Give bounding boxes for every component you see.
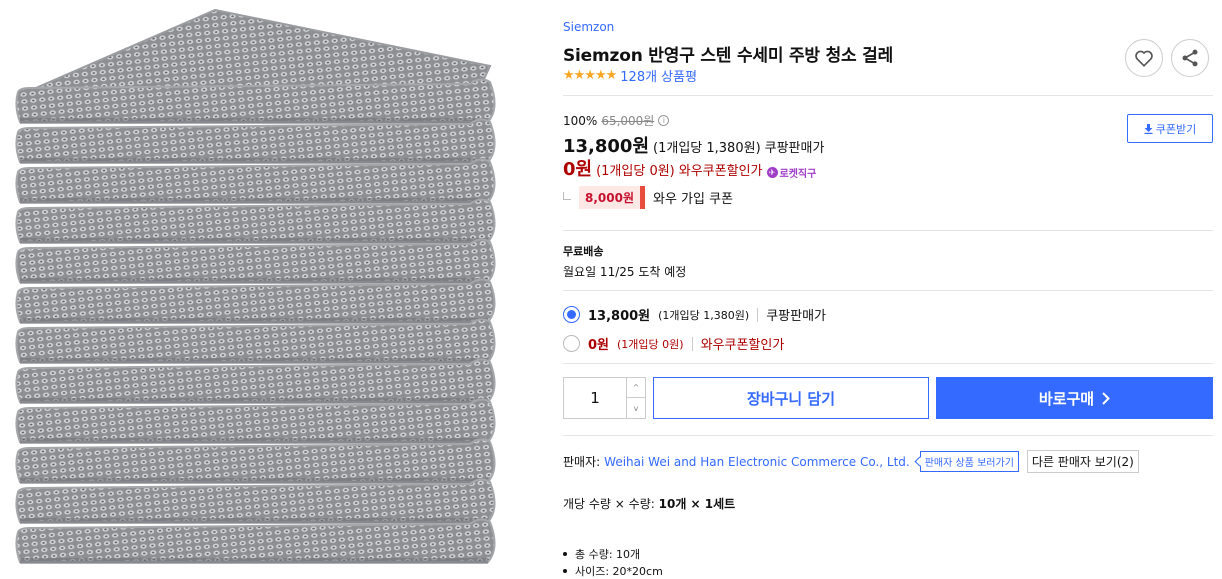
heart-icon <box>1135 50 1153 67</box>
quantity-decrease-button[interactable]: v <box>626 398 645 418</box>
sale-price-label: 쿠팡판매가 <box>764 141 825 156</box>
brand-link[interactable]: Siemzon <box>563 20 614 34</box>
share-icon <box>1182 49 1198 67</box>
cloth-edge <box>20 158 488 164</box>
cloth-edge <box>20 398 488 404</box>
wow-unit-price: (1개입당 0원) <box>596 164 675 179</box>
other-sellers-button[interactable]: 다른 판매자 보기(2) <box>1026 450 1139 473</box>
cloth-edge <box>20 478 488 484</box>
seller-prefix: 판매자: <box>563 455 601 469</box>
chevron-right-icon <box>1102 391 1111 405</box>
quantity-stepper[interactable]: ^ v <box>563 377 646 419</box>
wow-price-row: 0원 (1개입당 0원) 와우쿠폰할인가 ✈ 로켓직구 <box>563 155 816 181</box>
share-button[interactable] <box>1171 39 1209 77</box>
cloth-edge <box>20 318 488 324</box>
sale-unit-price: (1개입당 1,380원) <box>653 141 761 156</box>
price-option-sale[interactable]: 13,800원 (1개입당 1,380원) 쿠팡판매가 <box>563 305 826 324</box>
wishlist-button[interactable] <box>1125 39 1163 77</box>
coupon-amount: 8,000원 <box>579 186 645 209</box>
seller-name-link[interactable]: Weihai Wei and Han Electronic Commerce C… <box>604 455 910 469</box>
shipping-title: 무료배송 <box>563 245 604 258</box>
cloth-layer <box>15 518 496 563</box>
rating: ★★★★★ 128개 상품평 <box>563 66 697 85</box>
cloth-layer <box>15 478 496 523</box>
cloth-edge <box>20 238 488 244</box>
download-icon <box>1144 123 1153 134</box>
option-unit-price: (1개입당 1,380원) <box>658 308 750 322</box>
coupon-row: 8,000원 와우 가입 쿠폰 <box>563 186 733 209</box>
quantity-info-value: 10개 × 1세트 <box>658 497 736 511</box>
quantity-increase-button[interactable]: ^ <box>626 378 645 398</box>
cloth-edge <box>20 278 488 284</box>
seller-products-button[interactable]: 판매자 상품 보러가기 <box>919 451 1019 472</box>
wow-price: 0원 <box>563 159 593 180</box>
cloth-layer <box>15 438 496 483</box>
seller-row: 판매자: Weihai Wei and Han Electronic Comme… <box>563 450 1139 473</box>
cloth-layer <box>15 278 496 323</box>
original-price-row: 100% 65,000원 i <box>563 112 670 129</box>
coupon-download-button[interactable]: 쿠폰받기 <box>1127 114 1213 143</box>
option-price: 0원 <box>588 338 610 353</box>
chevron-down-icon: v <box>633 403 639 413</box>
list-item: 총 수량: 10개 <box>563 545 663 562</box>
arrival-date: 월요일 11/25 도착 예정 <box>563 265 687 279</box>
divider <box>563 435 1213 436</box>
cloth-edge <box>20 558 488 564</box>
review-count-link[interactable]: 128개 상품평 <box>620 66 697 85</box>
wow-price-label: 와우쿠폰할인가 <box>678 164 763 179</box>
cloth-layer <box>15 398 496 443</box>
radio-unselected[interactable] <box>563 335 580 352</box>
cloth-layer <box>15 238 496 283</box>
cloth-layer <box>15 318 496 363</box>
quantity-info: 개당 수량 × 수량: 10개 × 1세트 <box>563 495 735 512</box>
cloth-edge <box>20 358 488 364</box>
option-label: 와우쿠폰할인가 <box>700 338 785 353</box>
option-separator <box>757 307 759 322</box>
list-item: 사이즈: 20*20cm <box>563 562 663 579</box>
divider <box>563 290 1213 291</box>
cloth-layer <box>15 158 496 203</box>
divider <box>563 363 1213 364</box>
cloth-edge <box>20 118 488 124</box>
coupon-download-label: 쿠폰받기 <box>1155 122 1197 136</box>
rocket-icon: ✈ <box>766 167 778 178</box>
rocket-label: 로켓직구 <box>779 169 817 180</box>
cloth-edge <box>20 438 488 444</box>
detail-bullets: 총 수량: 10개 사이즈: 20*20cm <box>563 545 663 579</box>
cloth-layer <box>15 198 496 243</box>
buy-now-label: 바로구매 <box>1038 389 1095 408</box>
buy-now-button[interactable]: 바로구매 <box>936 377 1213 419</box>
rocket-badge: ✈ 로켓직구 <box>766 165 817 180</box>
cloth-edge <box>20 198 488 204</box>
info-icon[interactable]: i <box>658 115 670 126</box>
cloth-layer <box>15 118 496 163</box>
discount-rate: 100% <box>563 113 598 128</box>
option-separator <box>691 336 693 351</box>
option-label: 쿠팡판매가 <box>766 309 827 324</box>
radio-selected[interactable] <box>563 306 580 323</box>
option-price: 13,800원 <box>588 309 651 324</box>
option-unit-price: (1개입당 0원) <box>617 337 684 351</box>
divider <box>563 230 1213 231</box>
coupon-label: 와우 가입 쿠폰 <box>653 192 734 207</box>
cloth-edge <box>20 518 488 524</box>
quantity-input[interactable] <box>564 378 626 418</box>
price-option-wow[interactable]: 0원 (1개입당 0원) 와우쿠폰할인가 <box>563 334 784 353</box>
original-price: 65,000원 <box>601 114 655 128</box>
product-image <box>15 8 496 564</box>
coupon-branch-line <box>563 191 571 200</box>
cloth-layer <box>15 358 496 403</box>
divider <box>563 95 1213 96</box>
product-title: Siemzon 반영구 스텐 수세미 주방 청소 걸레 <box>563 46 894 66</box>
chevron-up-icon: ^ <box>632 383 640 392</box>
quantity-info-prefix: 개당 수량 × 수량: <box>563 497 655 511</box>
add-to-cart-button[interactable]: 장바구니 담기 <box>653 377 929 419</box>
rating-stars: ★★★★★ <box>563 68 617 83</box>
